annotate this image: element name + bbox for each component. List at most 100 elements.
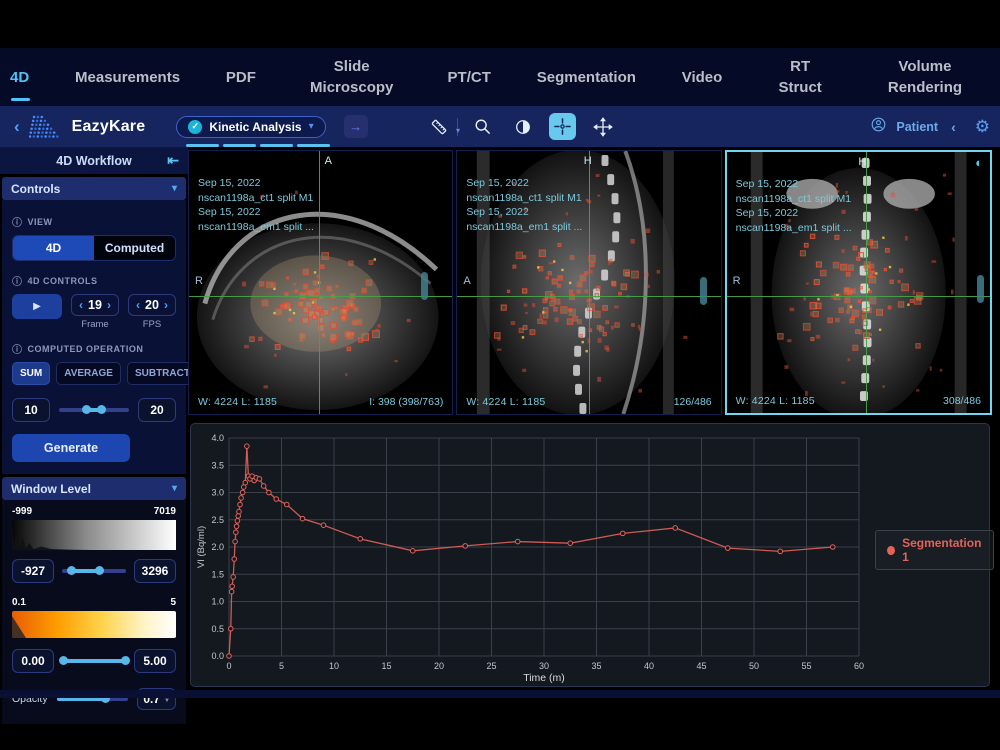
- svg-text:50: 50: [749, 661, 759, 671]
- bottom-strip: [0, 690, 1000, 698]
- nav-tab-video[interactable]: Video: [682, 67, 723, 88]
- frame-value[interactable]: 19: [88, 298, 102, 312]
- window-level-panel-header[interactable]: Window Level ▾: [2, 477, 186, 500]
- svg-text:55: 55: [801, 661, 811, 671]
- svg-text:Time (m): Time (m): [523, 672, 565, 684]
- brand-name: EazyKare: [71, 117, 146, 135]
- viewport-sagittal[interactable]: H A Sep 15, 2022 nscan1198a_ct1 split M1 …: [456, 150, 722, 415]
- svg-text:10: 10: [329, 661, 339, 671]
- pet-colormap-bar: [12, 611, 176, 638]
- level-handle-low[interactable]: [66, 566, 76, 575]
- patient-icon[interactable]: [870, 116, 887, 138]
- scroll-indicator[interactable]: [976, 274, 984, 303]
- svg-text:60: 60: [854, 661, 864, 671]
- frame-prev-icon[interactable]: ‹: [79, 298, 83, 312]
- application-window: 4D Measurements PDF Slide Microscopy PT/…: [0, 48, 1000, 724]
- range-from-input[interactable]: 10: [12, 398, 50, 422]
- workflow-next-button[interactable]: →: [343, 115, 368, 138]
- opacity-decrement-icon[interactable]: ▼: [164, 698, 170, 704]
- colormap-low-input[interactable]: 0.00: [12, 649, 54, 673]
- colormap-handle-high[interactable]: [121, 656, 131, 665]
- crosshair-horizontal-line[interactable]: [189, 295, 453, 297]
- ruler-icon[interactable]: [425, 113, 452, 140]
- scroll-indicator[interactable]: [699, 277, 707, 306]
- svg-text:20: 20: [434, 661, 444, 671]
- search-icon[interactable]: [469, 113, 496, 140]
- fps-value[interactable]: 20: [145, 298, 159, 312]
- svg-text:35: 35: [591, 661, 601, 671]
- viewport-coronal[interactable]: H R ◐ Sep 15, 2022 nscan1198a_ct1 split M…: [724, 150, 992, 415]
- nav-tab-pdf[interactable]: PDF: [226, 67, 256, 88]
- ct-histogram: [12, 520, 176, 550]
- view-option-computed[interactable]: Computed: [94, 236, 175, 260]
- orientation-marker-top: H: [583, 155, 592, 167]
- patient-collapse-chevron-icon[interactable]: ‹: [951, 119, 956, 135]
- orientation-marker-left: R: [732, 274, 741, 287]
- chart-legend[interactable]: Segmentation 1: [875, 530, 995, 570]
- level-high-input[interactable]: 3296: [134, 559, 176, 583]
- gear-icon[interactable]: ⚙: [975, 117, 990, 137]
- pan-icon[interactable]: [589, 113, 616, 140]
- window-level-readout: W: 4224 L: 1185: [466, 396, 546, 408]
- svg-text:4.0: 4.0: [211, 433, 224, 443]
- level-low-input[interactable]: -927: [12, 559, 54, 583]
- orientation-marker-left: R: [195, 274, 203, 287]
- svg-text:0.5: 0.5: [211, 624, 224, 634]
- orientation-marker-top: H: [858, 156, 867, 168]
- sidebar-collapse-icon[interactable]: ⇤: [167, 152, 179, 169]
- frame-stepper: ‹ 19 ›: [71, 294, 119, 316]
- crosshair-vertical-line[interactable]: [866, 152, 868, 413]
- workflow-select[interactable]: ✓ Kinetic Analysis ▾: [176, 115, 326, 138]
- colormap-handle-low[interactable]: [58, 656, 68, 665]
- patient-label[interactable]: Patient: [896, 120, 938, 134]
- scroll-indicator[interactable]: [421, 271, 429, 300]
- nav-tab-rt-struct[interactable]: RT Struct: [768, 56, 832, 98]
- nav-tab-measurements[interactable]: Measurements: [75, 67, 180, 88]
- viewport-contrast-icon[interactable]: ◐: [975, 156, 983, 169]
- contrast-icon[interactable]: [509, 113, 536, 140]
- fps-stepper: ‹ 20 ›: [128, 294, 176, 316]
- nav-tab-volume-rendering[interactable]: Volume Rendering: [878, 56, 972, 98]
- crosshair-vertical-line[interactable]: [588, 151, 590, 414]
- crosshair-horizontal-line[interactable]: [726, 295, 990, 297]
- range-handle-high[interactable]: [97, 405, 106, 414]
- colormap-high-input[interactable]: 5.00: [134, 649, 176, 673]
- level-handle-high[interactable]: [95, 566, 105, 575]
- nav-tab-segmentation[interactable]: Segmentation: [537, 67, 636, 88]
- operation-average-button[interactable]: AVERAGE: [56, 362, 121, 385]
- nav-tab-4d[interactable]: 4D: [10, 67, 31, 101]
- crosshair-vertical-line[interactable]: [319, 151, 321, 414]
- time-activity-curve[interactable]: 0 5 10 15 20 25 30 35 40 45 50 55 60 0.0 0.5 1.0 1.5 2.0 2…: [195, 426, 871, 684]
- controls-panel-header[interactable]: Controls ▾: [2, 177, 186, 200]
- histogram-max: 7019: [153, 506, 176, 517]
- window-level-readout: W: 4224 L: 1185: [735, 395, 815, 407]
- svg-text:1.5: 1.5: [211, 569, 224, 579]
- fps-prev-icon[interactable]: ‹: [136, 298, 140, 312]
- series-annotations: Sep 15, 2022 nscan1198a_ct1 split M1 Sep …: [735, 178, 852, 234]
- view-option-4d[interactable]: 4D: [13, 236, 94, 260]
- generate-button[interactable]: Generate: [12, 434, 130, 462]
- ruler-dropdown-chevron-icon[interactable]: ▾: [456, 126, 460, 135]
- svg-text:45: 45: [696, 661, 706, 671]
- play-button[interactable]: ▶: [12, 294, 62, 319]
- computed-operation-section-label: ⓘ COMPUTED OPERATION: [12, 341, 176, 357]
- svg-text:25: 25: [486, 661, 496, 671]
- crosshair-tool-icon[interactable]: [549, 113, 577, 140]
- operation-sum-button[interactable]: SUM: [12, 362, 51, 385]
- histogram-min: -999: [12, 506, 33, 517]
- svg-text:2.0: 2.0: [211, 542, 224, 552]
- svg-text:15: 15: [381, 661, 391, 671]
- viewport-axial[interactable]: A R Sep 15, 2022 nscan1198a_ct1 split M1 …: [188, 150, 454, 415]
- range-to-input[interactable]: 20: [138, 398, 176, 422]
- slice-index-readout: I: 398 (398/763): [369, 396, 444, 408]
- colormap-range-slider[interactable]: [58, 656, 131, 665]
- nav-tab-ptct[interactable]: PT/CT: [448, 67, 491, 88]
- crosshair-horizontal-line[interactable]: [457, 295, 721, 297]
- back-chevron-icon[interactable]: ‹: [14, 118, 20, 135]
- range-handle-low[interactable]: [81, 405, 91, 414]
- frame-range-slider[interactable]: [59, 405, 129, 414]
- frame-next-icon[interactable]: ›: [107, 298, 111, 312]
- window-level-slider[interactable]: [62, 566, 126, 575]
- fps-next-icon[interactable]: ›: [164, 298, 168, 312]
- nav-tab-slide-microscopy[interactable]: Slide Microscopy: [302, 56, 402, 98]
